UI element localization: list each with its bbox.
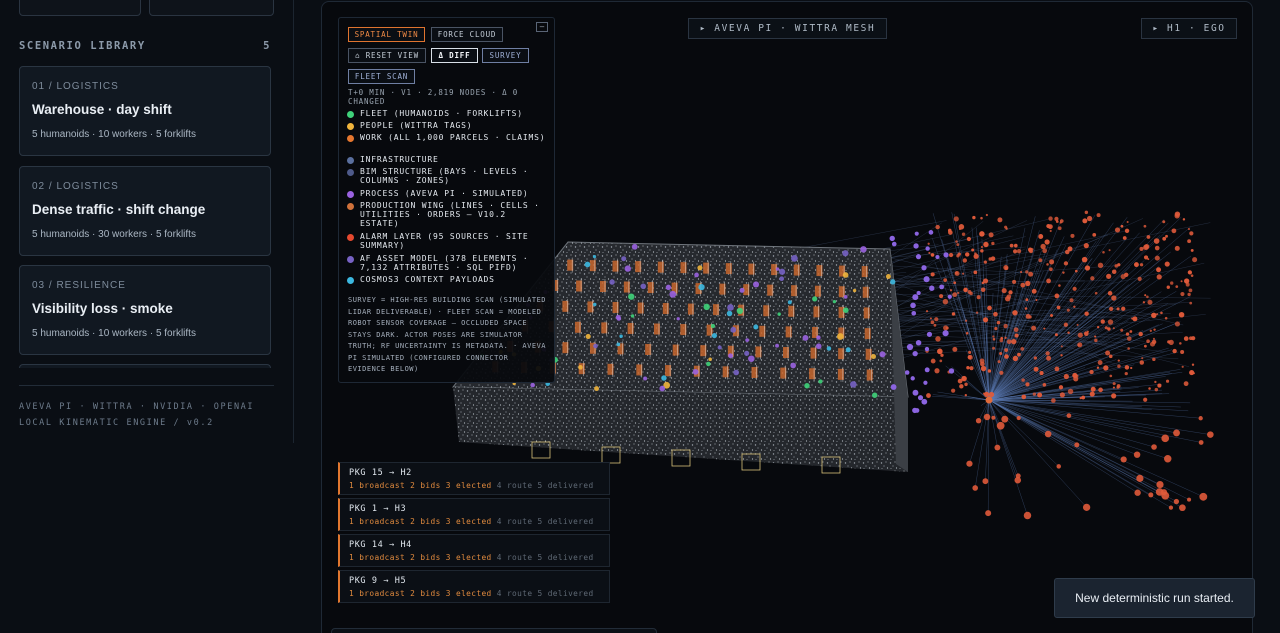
legend-infrastructure[interactable]: INFRASTRUCTURE <box>347 155 547 164</box>
layer-control-panel: SPATIAL TWIN FORCE CLOUD – ⌂ RESET VIEW … <box>338 17 555 383</box>
twin-viewport[interactable]: ▸ AVEVA PI · WITTRA MESH ▸ H1 · EGO SPAT… <box>321 1 1253 633</box>
scenario-meta: 5 humanoids · 10 workers · 5 forklifts <box>32 129 196 140</box>
scenario-title: Visibility loss · smoke <box>32 301 173 316</box>
reset-view-button[interactable]: ⌂ RESET VIEW <box>348 48 426 63</box>
legend-dot-icon <box>347 255 354 263</box>
force-cloud-button[interactable]: FORCE CLOUD <box>431 27 503 42</box>
legend-people[interactable]: PEOPLE (WITTRA TAGS) <box>347 121 547 130</box>
scenario-category: 01 / LOGISTICS <box>32 81 119 92</box>
scenario-title: Warehouse · day shift <box>32 102 172 117</box>
bottom-panel-tab[interactable] <box>331 628 657 633</box>
legend-dot-icon <box>347 168 354 176</box>
diff-button[interactable]: Δ DIFF <box>431 48 478 63</box>
sidebar: SCENARIO LIBRARY 5 01 / LOGISTICS Wareho… <box>0 0 294 443</box>
camera-ego-chip[interactable]: ▸ H1 · EGO <box>1141 18 1237 39</box>
panel-collapse-button[interactable]: – <box>536 22 548 32</box>
legend-work[interactable]: WORK (ALL 1,000 PARCELS · CLAIMS) <box>347 133 547 142</box>
sidebar-credits: AVEVA PI · WITTRA · NVIDIA · OPENAI <box>19 402 255 412</box>
twin-status: T+0 MIN · V1 · 2,819 NODES · Δ 0 CHANGED <box>348 88 519 106</box>
legend-dot-icon <box>347 110 354 118</box>
scenario-meta: 5 humanoids · 10 workers · 5 forklifts <box>32 328 196 339</box>
legend-dot-icon <box>347 233 354 241</box>
scenario-title: Dense traffic · shift change <box>32 202 206 217</box>
scenario-meta: 5 humanoids · 30 workers · 5 forklifts <box>32 229 196 240</box>
toast-notification: New deterministic run started. <box>1054 578 1255 618</box>
survey-button[interactable]: SURVEY <box>482 48 529 63</box>
legend-dot-icon <box>347 156 354 164</box>
sidebar-engine-version: LOCAL KINEMATIC ENGINE / v0.2 <box>19 418 214 428</box>
spatial-twin-button[interactable]: SPATIAL TWIN <box>348 27 425 42</box>
scenario-library-header: SCENARIO LIBRARY 5 <box>19 40 271 52</box>
task-title: PKG 14 → H4 <box>349 540 412 550</box>
legend-dot-icon <box>347 276 354 284</box>
task-progress: 1 broadcast 2 bids 3 elected 4 route 5 d… <box>349 517 594 526</box>
scenario-card-visibility-loss[interactable]: 03 / RESILIENCE Visibility loss · smoke … <box>19 265 271 355</box>
scenario-card-warehouse[interactable]: 01 / LOGISTICS Warehouse · day shift 5 h… <box>19 66 271 156</box>
sidebar-divider <box>19 385 274 386</box>
task-card[interactable]: PKG 15 → H2 1 broadcast 2 bids 3 elected… <box>338 462 610 495</box>
scenario-count: 5 <box>263 40 271 52</box>
legend-process[interactable]: PROCESS (AVEVA PI · SIMULATED) <box>347 189 547 198</box>
legend-dot-icon <box>347 122 354 130</box>
legend-fleet[interactable]: FLEET (HUMANOIDS · FORKLIFTS) <box>347 109 547 118</box>
scenario-library-title: SCENARIO LIBRARY <box>19 40 146 52</box>
scenario-category: 03 / RESILIENCE <box>32 280 126 291</box>
legend-dot-icon <box>347 202 354 210</box>
fleet-scan-button[interactable]: FLEET SCAN <box>348 69 415 84</box>
task-title: PKG 15 → H2 <box>349 468 412 478</box>
legend-bim-structure[interactable]: BIM STRUCTURE (BAYS · LEVELS · COLUMNS ·… <box>347 167 547 185</box>
scenario-card-partial[interactable] <box>19 364 271 368</box>
task-title: PKG 1 → H3 <box>349 504 407 514</box>
legend-alarm-layer[interactable]: ALARM LAYER (95 SOURCES · SITE SUMMARY) <box>347 232 547 250</box>
task-progress: 1 broadcast 2 bids 3 elected 4 route 5 d… <box>349 481 594 490</box>
task-card[interactable]: PKG 1 → H3 1 broadcast 2 bids 3 elected … <box>338 498 610 531</box>
task-card[interactable]: PKG 9 → H5 1 broadcast 2 bids 3 elected … <box>338 570 610 603</box>
task-card[interactable]: PKG 14 → H4 1 broadcast 2 bids 3 elected… <box>338 534 610 567</box>
task-progress: 1 broadcast 2 bids 3 elected 4 route 5 d… <box>349 589 594 598</box>
task-progress: 1 broadcast 2 bids 3 elected 4 route 5 d… <box>349 553 594 562</box>
legend-cosmos3[interactable]: COSMOS3 CONTEXT PAYLOADS <box>347 275 547 284</box>
scenario-category: 02 / LOGISTICS <box>32 181 119 192</box>
data-source-chip[interactable]: ▸ AVEVA PI · WITTRA MESH <box>688 18 887 39</box>
scenario-card-dense-traffic[interactable]: 02 / LOGISTICS Dense traffic · shift cha… <box>19 166 271 256</box>
legend-dot-icon <box>347 134 354 142</box>
panel-footnote: SURVEY = HIGH-RES BUILDING SCAN (SIMULAT… <box>348 296 547 373</box>
sidebar-top-button-left[interactable] <box>19 0 141 16</box>
legend-af-asset-model[interactable]: AF ASSET MODEL (378 ELEMENTS · 7,132 ATT… <box>347 254 547 272</box>
sidebar-top-button-right[interactable] <box>149 0 274 16</box>
task-title: PKG 9 → H5 <box>349 576 407 586</box>
legend-production-wing[interactable]: PRODUCTION WING (LINES · CELLS · UTILITI… <box>347 201 547 228</box>
legend-dot-icon <box>347 190 354 198</box>
